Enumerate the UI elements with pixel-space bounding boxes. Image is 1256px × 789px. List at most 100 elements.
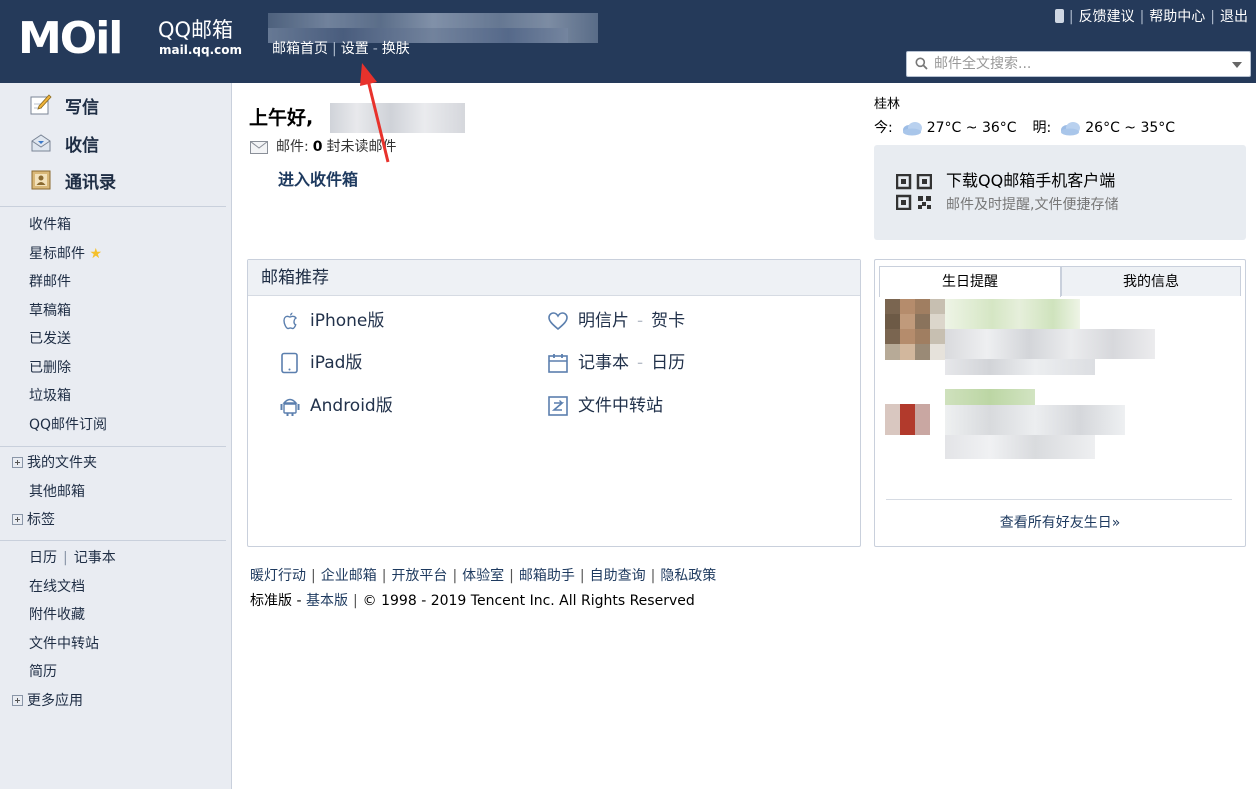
search-input[interactable]: 邮件全文搜索... [934, 55, 1031, 73]
pencil-icon [30, 94, 52, 115]
nav-separator: - [372, 41, 378, 57]
friend-avatar-blurred [885, 389, 930, 435]
link-separator: | [311, 568, 316, 584]
sidebar-item-inbox[interactable]: 收件箱 [29, 216, 71, 234]
mail-count-prefix: 邮件: [276, 139, 309, 155]
footer-version: 标准版 - 基本版 | © 1998 - 2019 Tencent Inc. All… [250, 593, 695, 609]
basic-version-link[interactable]: 基本版 [306, 593, 348, 609]
sidebar-item-tags[interactable]: 标签 [12, 511, 55, 529]
promo-subtitle: 邮件及时提醒,文件便捷存储 [946, 197, 1119, 213]
heart-icon [548, 312, 568, 331]
promo-title[interactable]: 下载QQ邮箱手机客户端 [946, 171, 1115, 191]
tab-my-info[interactable]: 我的信息 [1061, 266, 1241, 296]
expand-plus-icon[interactable] [12, 695, 23, 706]
footer-link-assistant[interactable]: 邮箱助手 [519, 568, 575, 584]
nav-skin-link[interactable]: 换肤 [382, 41, 410, 57]
sidebar-item-more-apps[interactable]: 更多应用 [12, 692, 83, 710]
link-separator: | [381, 568, 387, 584]
cloud-icon [1061, 122, 1081, 136]
notes-link[interactable]: 记事本 [578, 352, 629, 374]
friend-info-blurred [945, 405, 1125, 435]
sidebar-item-file-transfer[interactable]: 文件中转站 [29, 635, 99, 653]
top-links: | 反馈建议 | 帮助中心 | 退出 [1054, 8, 1248, 26]
birthday-tabs: 生日提醒 我的信息 [879, 266, 1241, 297]
contacts-label: 通讯录 [65, 172, 116, 193]
sidebar-item-label: 星标邮件 [29, 246, 85, 262]
weather-today-label: 今: [874, 120, 893, 136]
android-label: Android版 [310, 396, 393, 416]
weather-forecast: 今: 27°C ~ 36°C 明: 26°C ~ 35°C [874, 119, 1175, 137]
view-all-birthdays-link[interactable]: 查看所有好友生日» [874, 514, 1246, 532]
unread-summary: 邮件: 0 封未读邮件 [250, 138, 396, 156]
weather-city: 桂林 [874, 97, 901, 112]
search-box[interactable]: 邮件全文搜索... [906, 51, 1251, 77]
help-center-link[interactable]: 帮助中心 [1149, 9, 1205, 25]
apple-icon [283, 312, 298, 330]
tab-birthday-reminder[interactable]: 生日提醒 [879, 266, 1061, 297]
nav-settings-link[interactable]: 设置 [341, 41, 369, 57]
nav-home-link[interactable]: 邮箱首页 [272, 41, 328, 57]
postcard-link[interactable]: 明信片 [578, 310, 629, 332]
footer-link-self-service[interactable]: 自助查询 [590, 568, 646, 584]
footer-link-privacy[interactable]: 隐私政策 [660, 568, 716, 584]
sidebar-item-calendar[interactable]: 日历 [29, 550, 57, 566]
greeting-text: 上午好, [249, 107, 314, 129]
sidebar-item-online-docs[interactable]: 在线文档 [29, 578, 85, 596]
sidebar-item-other-mailbox[interactable]: 其他邮箱 [29, 483, 85, 501]
ipad-link[interactable]: iPad版 [279, 352, 362, 374]
sidebar-item-drafts[interactable]: 草稿箱 [29, 302, 71, 320]
weather-today-temp: 27°C ~ 36°C [926, 120, 1017, 136]
iphone-link[interactable]: iPhone版 [279, 310, 384, 332]
chevron-down-icon[interactable] [1232, 62, 1242, 68]
compose-button[interactable]: 写信 [30, 92, 99, 118]
qqmail-logo[interactable]: MOil QQ邮箱 mail.qq.com [18, 16, 250, 62]
file-transfer-icon [548, 396, 568, 416]
link-separator: - [637, 311, 644, 331]
link-separator: | [509, 568, 514, 584]
cloud-icon [902, 122, 922, 136]
footer-link-lab[interactable]: 体验室 [462, 568, 504, 584]
receive-button[interactable]: 收信 [30, 130, 99, 156]
mobile-client-promo[interactable]: 下载QQ邮箱手机客户端 邮件及时提醒,文件便捷存储 [874, 145, 1246, 240]
friend-avatar-blurred [885, 344, 945, 360]
sidebar-item-attachments[interactable]: 附件收藏 [29, 606, 85, 624]
sidebar-item-label: 我的文件夹 [27, 455, 97, 471]
contacts-button[interactable]: 通讯录 [30, 167, 116, 193]
android-link[interactable]: Android版 [279, 395, 393, 417]
logout-link[interactable]: 退出 [1220, 9, 1248, 25]
feedback-link[interactable]: 反馈建议 [1079, 9, 1135, 25]
friend-info-blurred [945, 389, 1035, 405]
sidebar-item-calendar-notes: 日历 | 记事本 [29, 549, 116, 567]
calendar-link[interactable]: 日历 [651, 352, 685, 374]
sidebar-item-starred[interactable]: 星标邮件 ★ [29, 245, 102, 263]
mobile-phone-icon[interactable] [1054, 9, 1064, 23]
sidebar-item-group-mail[interactable]: 群邮件 [29, 273, 71, 291]
sidebar-item-sent[interactable]: 已发送 [29, 330, 71, 348]
greeting-card-link[interactable]: 贺卡 [651, 310, 685, 332]
weather-tomorrow-label: 明: [1032, 120, 1052, 136]
link-separator: | [1210, 9, 1215, 25]
sidebar-divider [0, 540, 226, 541]
sidebar-item-spam[interactable]: 垃圾箱 [29, 387, 71, 405]
expand-plus-icon[interactable] [12, 514, 23, 525]
footer-link-open-platform[interactable]: 开放平台 [391, 568, 447, 584]
receive-label: 收信 [65, 135, 99, 156]
standard-version-label: 标准版 [250, 593, 292, 609]
nav-separator: | [332, 41, 337, 57]
sidebar-item-label: 更多应用 [27, 693, 83, 709]
footer-link-nuandeng[interactable]: 暖灯行动 [250, 568, 306, 584]
notes-calendar-row: 记事本 - 日历 [547, 352, 685, 374]
enter-inbox-link[interactable]: 进入收件箱 [278, 170, 358, 190]
friend-info-blurred [945, 435, 1095, 459]
sidebar-item-notes[interactable]: 记事本 [74, 550, 116, 566]
sidebar-item-subscription[interactable]: QQ邮件订阅 [29, 416, 107, 434]
footer-link-enterprise[interactable]: 企业邮箱 [321, 568, 377, 584]
expand-plus-icon[interactable] [12, 457, 23, 468]
recommend-panel-title: 邮箱推荐 [248, 260, 860, 296]
sidebar-item-resume[interactable]: 简历 [29, 663, 57, 681]
sidebar-item-my-folders[interactable]: 我的文件夹 [12, 454, 97, 472]
sidebar-divider [0, 206, 226, 207]
mail-count-suffix: 封未读邮件 [326, 139, 397, 155]
file-transfer-link[interactable]: 文件中转站 [547, 395, 663, 417]
sidebar-item-deleted[interactable]: 已删除 [29, 359, 71, 377]
